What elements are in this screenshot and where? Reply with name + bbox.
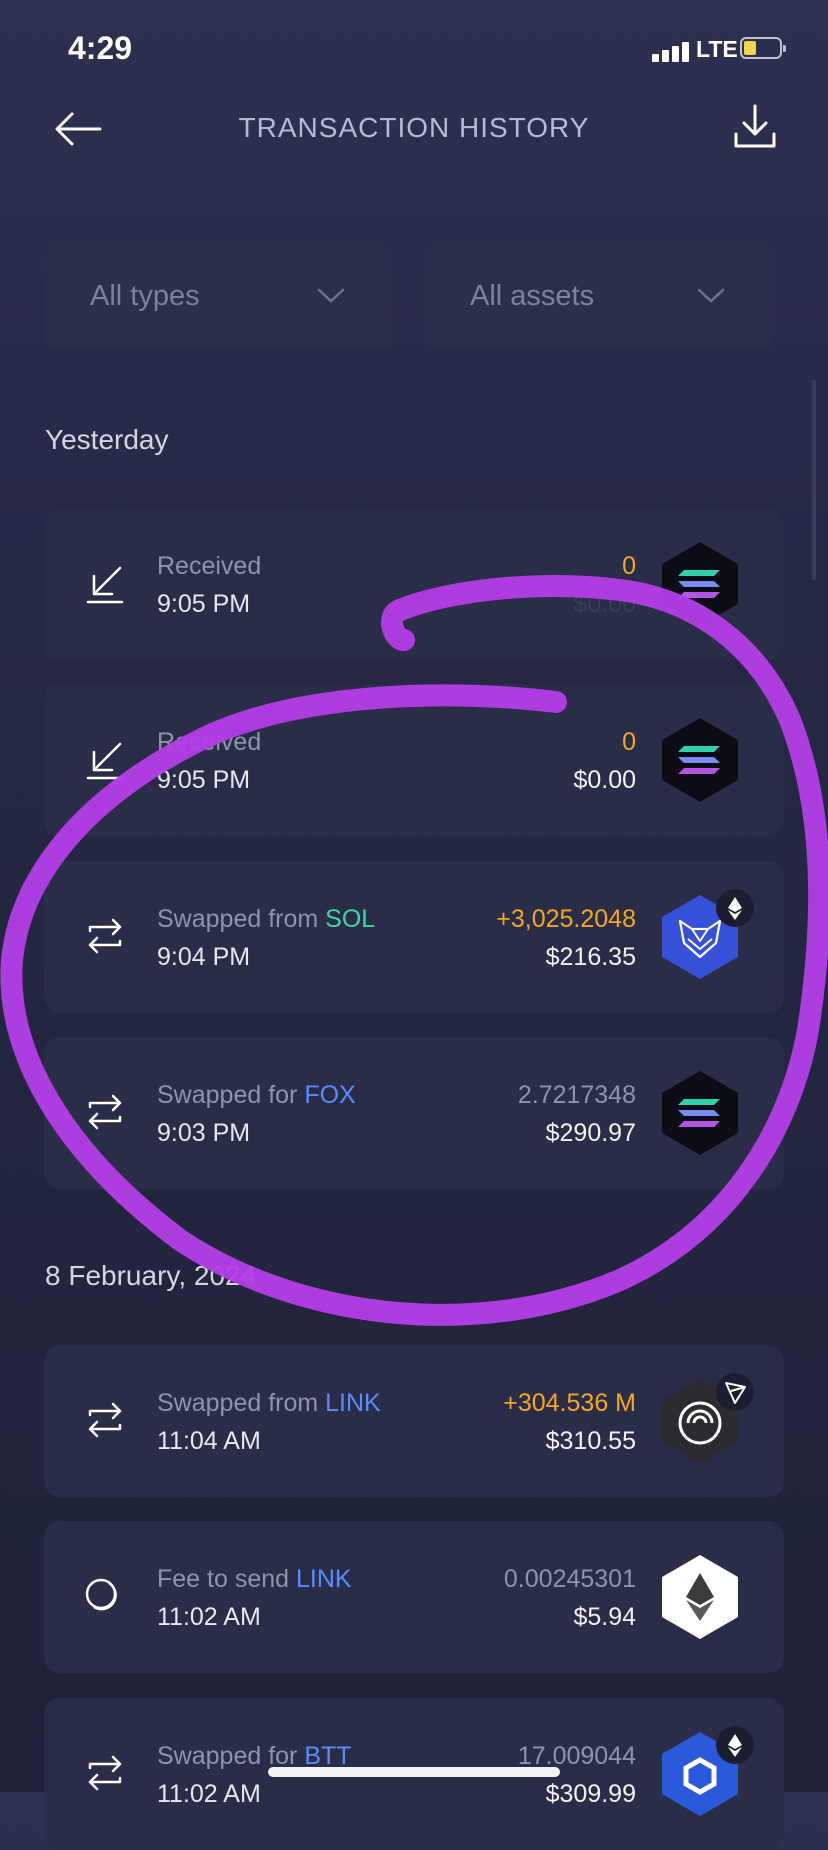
transaction-time: 9:03 PM — [157, 1119, 251, 1147]
transaction-type: Received — [157, 728, 262, 756]
transaction-amount: +3,025.2048 — [496, 905, 636, 933]
download-icon — [734, 104, 776, 148]
transaction-time: 11:02 AM — [157, 1780, 261, 1808]
asset-link[interactable]: SOL — [325, 905, 375, 933]
asset-link[interactable]: BTT — [304, 1742, 351, 1770]
filter-types-label: All types — [90, 280, 200, 312]
fee-coins-icon — [85, 1578, 117, 1611]
transaction-type: Swapped for FOX — [157, 1081, 356, 1109]
transaction-amount: 0.00245301 — [503, 1565, 636, 1593]
status-bar: 4:29 LTE — [0, 0, 828, 100]
swap-icon — [88, 918, 122, 954]
transaction-row[interactable]: Swapped from SOL 9:04 PM +3,025.2048 $21… — [44, 861, 784, 1013]
transaction-row[interactable]: Fee to send LINK 11:02 AM 0.00245301 $5.… — [44, 1521, 784, 1673]
transaction-usd: $0.00 — [573, 590, 636, 618]
transaction-amount: 2.7217348 — [517, 1081, 636, 1109]
transaction-usd: $0.00 — [573, 766, 636, 794]
transaction-amount: 0 — [622, 552, 636, 580]
transaction-time: 9:05 PM — [157, 766, 251, 794]
network-label: LTE — [696, 36, 738, 62]
transaction-time: 9:05 PM — [157, 590, 251, 618]
ethereum-icon — [662, 1555, 738, 1639]
transaction-row[interactable]: Swapped for FOX 9:03 PM 2.7217348 $290.9… — [44, 1037, 784, 1189]
home-indicator[interactable] — [268, 1767, 560, 1777]
transaction-usd: $309.99 — [545, 1780, 636, 1808]
scrollbar[interactable] — [812, 380, 816, 580]
transaction-usd: $216.35 — [545, 943, 636, 971]
transaction-row[interactable]: Received 9:05 PM 0 $0.00 — [44, 508, 784, 660]
asset-link[interactable]: FOX — [304, 1081, 355, 1109]
asset-link[interactable]: LINK — [296, 1565, 352, 1593]
page-title: TRANSACTION HISTORY — [238, 112, 590, 143]
transaction-row[interactable]: Received 9:05 PM 0 $0.00 — [44, 684, 784, 836]
section-title-yesterday: Yesterday — [45, 424, 169, 455]
transaction-time: 9:04 PM — [157, 943, 251, 971]
transaction-usd: $5.94 — [573, 1603, 636, 1631]
transaction-usd: $310.55 — [545, 1427, 636, 1455]
tron-badge-icon — [716, 1373, 754, 1411]
swap-icon — [88, 1094, 122, 1130]
transaction-row[interactable]: Swapped from LINK 11:04 AM +304.536 M $3… — [44, 1345, 784, 1497]
ethereum-badge-icon — [716, 1726, 754, 1764]
swap-icon — [88, 1402, 122, 1438]
asset-link[interactable]: LINK — [325, 1389, 381, 1417]
transaction-amount: 0 — [622, 728, 636, 756]
swap-icon — [88, 1755, 122, 1791]
transaction-time: 11:02 AM — [157, 1603, 261, 1631]
download-button[interactable] — [730, 100, 780, 154]
transaction-amount: +304.536 M — [503, 1389, 636, 1417]
header: TRANSACTION HISTORY — [0, 100, 828, 160]
solana-icon — [662, 1071, 738, 1155]
received-arrow-icon — [86, 566, 124, 604]
filter-types-dropdown[interactable]: All types — [44, 242, 394, 350]
status-time: 4:29 — [68, 30, 133, 66]
transaction-type: Swapped from LINK — [157, 1389, 381, 1417]
filter-assets-dropdown[interactable]: All assets — [424, 242, 774, 350]
received-arrow-icon — [86, 742, 124, 780]
transaction-time: 11:04 AM — [157, 1427, 261, 1455]
transaction-type: Swapped from SOL — [157, 905, 376, 933]
chevron-down-icon — [317, 288, 345, 303]
signal-icon — [652, 40, 696, 62]
transaction-type: Fee to send LINK — [157, 1565, 352, 1593]
transaction-usd: $290.97 — [545, 1119, 636, 1147]
ethereum-badge-icon — [716, 889, 754, 927]
filter-assets-label: All assets — [470, 280, 595, 312]
chevron-down-icon — [697, 288, 725, 303]
solana-icon — [662, 542, 738, 626]
section-title-date: 8 February, 2024 — [45, 1260, 257, 1291]
transaction-type: Received — [157, 552, 262, 580]
solana-icon — [662, 718, 738, 802]
battery-icon — [740, 37, 786, 59]
